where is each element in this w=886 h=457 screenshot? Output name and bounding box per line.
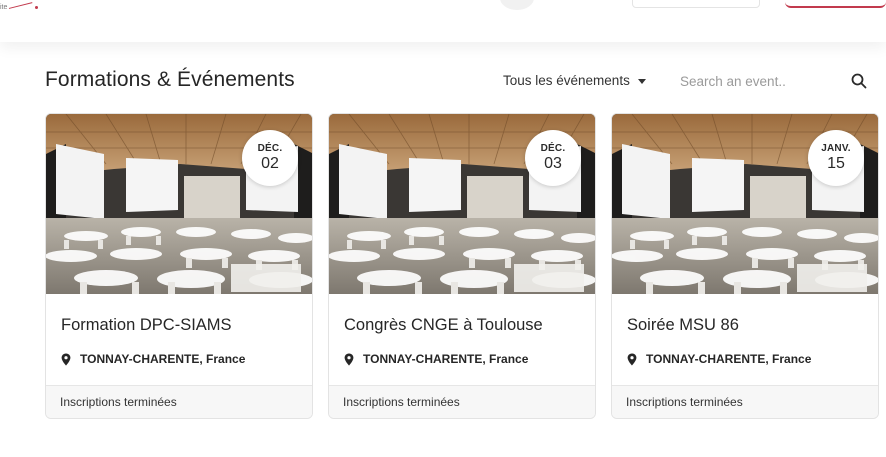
nav-avatar[interactable] — [500, 0, 534, 10]
date-day: 03 — [544, 155, 562, 172]
logo-swash — [9, 2, 34, 12]
event-card[interactable]: JANV. 15 Soirée MSU 86 TONNAY-CHARENTE, … — [611, 113, 879, 419]
caret-down-icon — [637, 78, 646, 84]
event-location: TONNAY-CHARENTE, France — [627, 352, 811, 366]
event-title[interactable]: Soirée MSU 86 — [627, 316, 739, 335]
event-location-text: TONNAY-CHARENTE, France — [363, 352, 529, 366]
event-filter-dropdown[interactable]: Tous les événements — [503, 73, 646, 88]
nav-field[interactable] — [632, 0, 760, 8]
map-pin-icon — [344, 353, 354, 365]
event-title[interactable]: Congrès CNGE à Toulouse — [344, 316, 543, 335]
search-input[interactable] — [680, 70, 840, 92]
site-logo[interactable]: ite — [0, 2, 39, 12]
event-filter-label: Tous les événements — [503, 73, 630, 88]
date-badge: DÉC. 03 — [525, 130, 581, 186]
date-badge: JANV. 15 — [808, 130, 864, 186]
date-badge: DÉC. 02 — [242, 130, 298, 186]
event-card[interactable]: DÉC. 02 Formation DPC-SIAMS TONNAY-CHARE… — [45, 113, 313, 419]
site-header: ite — [0, 0, 886, 42]
event-location: TONNAY-CHARENTE, France — [61, 352, 245, 366]
event-status: Inscriptions terminées — [612, 385, 878, 418]
nav-cta-button[interactable] — [785, 0, 886, 8]
search-icon[interactable] — [851, 73, 867, 89]
event-status: Inscriptions terminées — [329, 385, 595, 418]
event-status: Inscriptions terminées — [46, 385, 312, 418]
date-month: JANV. — [821, 143, 851, 154]
date-month: DÉC. — [540, 143, 566, 154]
event-card[interactable]: DÉC. 03 Congrès CNGE à Toulouse TONNAY-C… — [328, 113, 596, 419]
date-day: 02 — [261, 155, 279, 172]
logo-dot — [35, 5, 39, 9]
map-pin-icon — [61, 353, 71, 365]
date-day: 15 — [827, 155, 845, 172]
event-location-text: TONNAY-CHARENTE, France — [80, 352, 246, 366]
logo-text: ite — [0, 4, 8, 11]
page-title: Formations & Événements — [45, 68, 295, 91]
date-month: DÉC. — [257, 143, 283, 154]
map-pin-icon — [627, 353, 637, 365]
event-title[interactable]: Formation DPC-SIAMS — [61, 316, 232, 335]
event-location-text: TONNAY-CHARENTE, France — [646, 352, 812, 366]
event-location: TONNAY-CHARENTE, France — [344, 352, 528, 366]
